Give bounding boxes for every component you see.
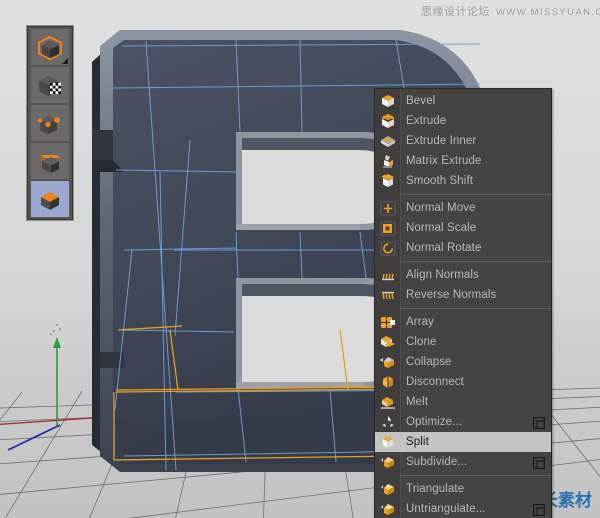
menu-item-label: Reverse Normals bbox=[400, 289, 496, 301]
menu-item-label: Matrix Extrude bbox=[400, 155, 482, 167]
collapse-icon bbox=[375, 352, 400, 372]
menu-item-label: Extrude Inner bbox=[400, 135, 476, 147]
menu-item-bevel[interactable]: Bevel bbox=[375, 91, 551, 111]
normal-rotate-icon bbox=[375, 238, 400, 258]
menu-item-label: Split bbox=[400, 436, 429, 448]
menu-item-normal-move[interactable]: Normal Move bbox=[375, 198, 551, 218]
watermark-top-en: WWW.MISSYUAN.COM bbox=[496, 7, 600, 18]
menu-item-label: Normal Rotate bbox=[400, 242, 481, 254]
menu-item-label: Optimize... bbox=[400, 416, 462, 428]
menu-item-clone[interactable]: Clone bbox=[375, 332, 551, 352]
menu-item-label: Subdivide... bbox=[400, 456, 467, 468]
toolbar-button-polygon[interactable] bbox=[31, 143, 69, 179]
menu-item-extrude[interactable]: Extrude bbox=[375, 111, 551, 131]
split-icon bbox=[375, 432, 400, 452]
menu-item-optimize[interactable]: Optimize... bbox=[375, 412, 551, 432]
reverse-normals-icon bbox=[375, 285, 400, 305]
menu-item-label: Smooth Shift bbox=[400, 175, 473, 187]
optimize-icon bbox=[375, 412, 400, 432]
menu-item-label: Align Normals bbox=[400, 269, 479, 281]
subdivide-icon bbox=[375, 452, 400, 472]
menu-item-align-normals[interactable]: Align Normals bbox=[375, 265, 551, 285]
menu-item-reverse-normals[interactable]: Reverse Normals bbox=[375, 285, 551, 305]
menu-item-label: Extrude bbox=[400, 115, 446, 127]
menu-item-label: Melt bbox=[400, 396, 428, 408]
menu-item-untriangulate[interactable]: Untriangulate... bbox=[375, 499, 551, 518]
cube-element-icon bbox=[37, 188, 63, 212]
menu-item-matrix-extrude[interactable]: Matrix Extrude bbox=[375, 151, 551, 171]
menu-item-collapse[interactable]: Collapse bbox=[375, 352, 551, 372]
menu-separator bbox=[400, 308, 551, 309]
menu-item-array[interactable]: Array bbox=[375, 312, 551, 332]
extrude-inner-icon bbox=[375, 131, 400, 151]
triangulate-icon bbox=[375, 479, 400, 499]
melt-icon bbox=[375, 392, 400, 412]
menu-item-disconnect[interactable]: Disconnect bbox=[375, 372, 551, 392]
disconnect-icon bbox=[375, 372, 400, 392]
menu-item-label: Clone bbox=[400, 336, 437, 348]
cube-vertex-icon bbox=[37, 36, 63, 60]
editable-poly-quad-menu[interactable]: Bevel Extrude Extrude Inner Matrix Extru… bbox=[374, 88, 552, 518]
menu-item-label: Normal Scale bbox=[400, 222, 476, 234]
menu-item-label: Collapse bbox=[400, 356, 452, 368]
menu-item-label: Array bbox=[400, 316, 434, 328]
bevel-icon bbox=[375, 91, 400, 111]
menu-item-label: Normal Move bbox=[400, 202, 475, 214]
array-icon bbox=[375, 312, 400, 332]
flyout-corner-indicator bbox=[62, 58, 68, 64]
cube-border-icon bbox=[37, 112, 63, 136]
extrude-icon bbox=[375, 111, 400, 131]
menu-item-label: Bevel bbox=[400, 95, 435, 107]
cube-checker-icon bbox=[37, 74, 63, 98]
open-dialog-icon[interactable] bbox=[533, 456, 545, 468]
open-dialog-icon[interactable] bbox=[533, 416, 545, 428]
menu-item-label: Untriangulate... bbox=[400, 503, 486, 515]
menu-separator bbox=[400, 194, 551, 195]
normal-scale-icon bbox=[375, 218, 400, 238]
open-dialog-icon[interactable] bbox=[533, 503, 545, 515]
cube-polygon-icon bbox=[37, 150, 63, 174]
menu-item-label: Disconnect bbox=[400, 376, 464, 388]
smooth-shift-icon bbox=[375, 171, 400, 191]
watermark-top-cn: 思缘设计论坛 bbox=[421, 6, 490, 18]
watermark-top: 思缘设计论坛 WWW.MISSYUAN.COM bbox=[421, 3, 600, 19]
matrix-extrude-icon bbox=[375, 151, 400, 171]
sub-object-selection-toolbar[interactable] bbox=[27, 26, 73, 220]
toolbar-button-vertex[interactable] bbox=[31, 29, 69, 65]
clone-icon bbox=[375, 332, 400, 352]
menu-separator bbox=[400, 261, 551, 262]
normal-move-icon bbox=[375, 198, 400, 218]
menu-item-normal-scale[interactable]: Normal Scale bbox=[375, 218, 551, 238]
menu-item-normal-rotate[interactable]: Normal Rotate bbox=[375, 238, 551, 258]
menu-item-label: Triangulate bbox=[400, 483, 464, 495]
menu-separator bbox=[400, 475, 551, 476]
menu-item-smooth-shift[interactable]: Smooth Shift bbox=[375, 171, 551, 191]
menu-item-extrude-inner[interactable]: Extrude Inner bbox=[375, 131, 551, 151]
toolbar-button-edge[interactable] bbox=[31, 67, 69, 103]
toolbar-button-element[interactable] bbox=[31, 181, 69, 217]
menu-item-melt[interactable]: Melt bbox=[375, 392, 551, 412]
align-normals-icon bbox=[375, 265, 400, 285]
menu-item-subdivide[interactable]: Subdivide... bbox=[375, 452, 551, 472]
menu-item-split[interactable]: Split bbox=[375, 432, 551, 452]
menu-item-triangulate[interactable]: Triangulate bbox=[375, 479, 551, 499]
app-window: 思缘设计论坛WWW.MISSYUAN.COM 站长素材库 bbox=[0, 0, 600, 518]
toolbar-button-border[interactable] bbox=[31, 105, 69, 141]
untriangulate-icon bbox=[375, 499, 400, 518]
